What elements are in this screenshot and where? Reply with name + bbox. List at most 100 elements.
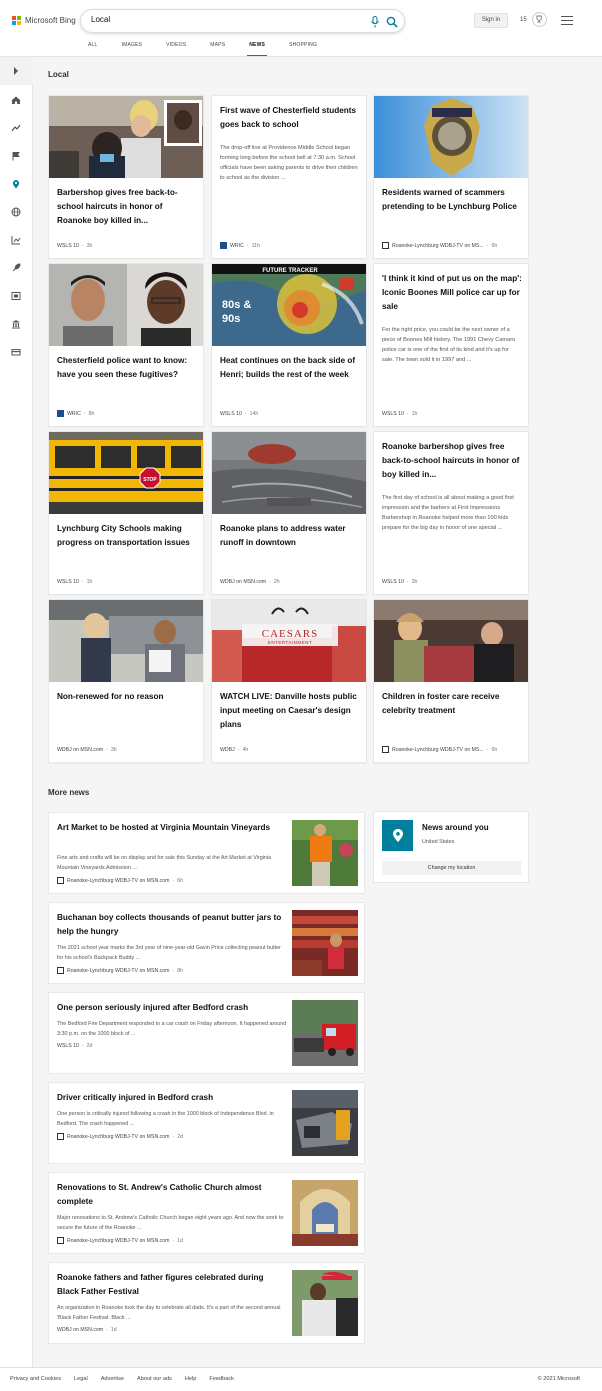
- timestamp: 1d: [110, 1327, 117, 1333]
- sidebar-expand-button[interactable]: [0, 57, 33, 85]
- left-sidebar: [0, 57, 33, 1367]
- card-title[interactable]: Non-renewed for no reason: [57, 690, 199, 704]
- source-name: Roanoke-Lynchburg WDBJ-TV on MSN.com: [67, 1237, 170, 1244]
- card-title[interactable]: Chesterfield police want to know: have y…: [57, 354, 199, 382]
- rewards-count[interactable]: 15: [520, 17, 527, 23]
- source-logo-icon: [382, 242, 389, 249]
- timestamp: 8h: [88, 410, 95, 417]
- news-card[interactable]: First wave of Chesterfield students goes…: [211, 95, 367, 259]
- card-source: WSLS 10 · 3h: [57, 243, 93, 249]
- change-location-button[interactable]: Change my location: [382, 861, 521, 875]
- news-list-item[interactable]: Buchanan boy collects thousands of peanu…: [48, 902, 365, 984]
- tab-videos[interactable]: VIDEOS: [166, 42, 186, 56]
- card-source: Roanoke-Lynchburg WDBJ-TV on MS... · 6h: [382, 746, 497, 753]
- news-card[interactable]: 'I think it kind of put us on the map': …: [373, 263, 529, 427]
- source-name: WSLS 10: [382, 411, 404, 417]
- business-chart-icon[interactable]: [11, 235, 21, 245]
- flag-icon[interactable]: [11, 151, 21, 161]
- tab-images[interactable]: IMAGES: [122, 42, 143, 56]
- search-icon[interactable]: [386, 16, 398, 28]
- news-list-item[interactable]: Driver critically injured in Bedford cra…: [48, 1082, 365, 1164]
- news-card[interactable]: Roanoke plans to address water runoff in…: [211, 431, 367, 595]
- card-title[interactable]: Heat continues on the back side of Henri…: [220, 354, 362, 382]
- headlines-icon[interactable]: [11, 123, 21, 133]
- card-title[interactable]: Roanoke barbershop gives free back-to-sc…: [382, 440, 524, 482]
- science-rocket-icon[interactable]: [11, 263, 21, 273]
- card-title[interactable]: Lynchburg City Schools making progress o…: [57, 522, 199, 550]
- card-source: WDBJ · 4h: [220, 747, 249, 753]
- entertainment-icon[interactable]: [11, 291, 21, 301]
- news-title[interactable]: Driver critically injured in Bedford cra…: [57, 1091, 287, 1105]
- news-card[interactable]: Residents warned of scammers pretending …: [373, 95, 529, 259]
- card-source: WDBJ on MSN.com · 2h: [220, 579, 280, 585]
- news-thumbnail: [292, 1270, 358, 1336]
- sign-in-button[interactable]: Sign in: [474, 13, 508, 28]
- card-title[interactable]: Children in foster care receive celebrit…: [382, 690, 524, 718]
- source-name: Roanoke-Lynchburg WDBJ-TV on MSN.com: [67, 877, 170, 884]
- tab-news[interactable]: NEWS: [247, 42, 267, 56]
- timestamp: 8h: [177, 967, 183, 974]
- card-title[interactable]: WATCH LIVE: Danville hosts public input …: [220, 690, 362, 732]
- news-source: Roanoke-Lynchburg WDBJ-TV on MSN.com · 8h: [57, 967, 183, 974]
- news-card[interactable]: Chesterfield police want to know: have y…: [48, 263, 204, 427]
- microphone-icon[interactable]: [370, 16, 380, 28]
- news-source: Roanoke-Lynchburg WDBJ-TV on MSN.com · 1d: [57, 1237, 183, 1244]
- tab-all[interactable]: ALL: [88, 42, 98, 56]
- footer-link-legal[interactable]: Legal: [74, 1376, 88, 1382]
- tab-shopping[interactable]: SHOPPING: [289, 42, 317, 56]
- timestamp: 2d: [86, 1043, 93, 1049]
- source-name: WDBJ on MSN.com: [57, 1327, 104, 1333]
- news-thumbnail: [292, 1000, 358, 1066]
- footer-link-advertise[interactable]: Advertise: [101, 1376, 124, 1382]
- politics-building-icon[interactable]: [11, 319, 21, 329]
- news-snippet: Fine arts and crafts will be on display …: [57, 855, 272, 871]
- source-name: WSLS 10: [382, 579, 404, 585]
- page-footer: Privacy and Cookies Legal Advertise Abou…: [0, 1367, 602, 1391]
- tab-maps[interactable]: MAPS: [210, 42, 225, 56]
- news-card[interactable]: CAESARS ENTERTAINMENT WATCH LIVE: Danvil…: [211, 599, 367, 763]
- news-source: WDBJ on MSN.com · 1d: [57, 1327, 117, 1333]
- women-outside-photo: [49, 600, 203, 682]
- footer-link-privacy[interactable]: Privacy and Cookies: [10, 1376, 61, 1382]
- rewards-trophy-icon[interactable]: [532, 12, 547, 27]
- search-input[interactable]: [91, 15, 351, 24]
- news-card[interactable]: Barbershop gives free back-to-school hai…: [48, 95, 204, 259]
- card-title[interactable]: Barbershop gives free back-to-school hai…: [57, 186, 199, 228]
- card-title[interactable]: Residents warned of scammers pretending …: [382, 186, 524, 214]
- news-list-item[interactable]: One person seriously injured after Bedfo…: [48, 992, 365, 1074]
- news-card[interactable]: Children in foster care receive celebrit…: [373, 599, 529, 763]
- location-pin-icon[interactable]: [11, 179, 21, 189]
- search-box[interactable]: [80, 9, 405, 33]
- news-title[interactable]: Buchanan boy collects thousands of peanu…: [57, 911, 287, 939]
- card-title[interactable]: Roanoke plans to address water runoff in…: [220, 522, 362, 550]
- news-title[interactable]: Roanoke fathers and father figures celeb…: [57, 1271, 287, 1299]
- news-title[interactable]: Renovations to St. Andrew's Catholic Chu…: [57, 1181, 287, 1209]
- card-title[interactable]: First wave of Chesterfield students goes…: [220, 104, 362, 132]
- news-list-item[interactable]: Art Market to be hosted at Virginia Moun…: [48, 812, 365, 894]
- news-card[interactable]: Non-renewed for no reason WDBJ on MSN.co…: [48, 599, 204, 763]
- money-card-icon[interactable]: [11, 347, 21, 357]
- news-card[interactable]: FUTURE TRACKER 80s & 90s Heat continues …: [211, 263, 367, 427]
- news-card[interactable]: Roanoke barbershop gives free back-to-sc…: [373, 431, 529, 595]
- card-title[interactable]: 'I think it kind of put us on the map': …: [382, 272, 524, 314]
- footer-link-feedback[interactable]: Feedback: [209, 1376, 234, 1382]
- location-pin-icon: [382, 820, 413, 851]
- news-card[interactable]: STOP Lynchburg City Schools making progr…: [48, 431, 204, 595]
- news-title[interactable]: One person seriously injured after Bedfo…: [57, 1001, 287, 1015]
- card-source: WRIC · 8h: [57, 410, 94, 417]
- home-icon[interactable]: [11, 95, 21, 105]
- source-logo-icon: [57, 1133, 64, 1140]
- footer-link-about-ads[interactable]: About our ads: [137, 1376, 172, 1382]
- bing-logo[interactable]: Microsoft Bing: [12, 16, 76, 25]
- footer-link-help[interactable]: Help: [185, 1376, 197, 1382]
- hamburger-menu-icon[interactable]: [561, 16, 573, 25]
- source-name: WDBJ: [220, 747, 235, 753]
- card-source: WDBJ on MSN.com · 3h: [57, 747, 117, 753]
- news-title[interactable]: Art Market to be hosted at Virginia Moun…: [57, 821, 287, 835]
- source-name: WSLS 10: [57, 579, 79, 585]
- timestamp: 3h: [110, 747, 117, 753]
- news-list-item[interactable]: Roanoke fathers and father figures celeb…: [48, 1262, 365, 1344]
- stop-sign-text: STOP: [143, 477, 157, 483]
- globe-icon[interactable]: [11, 207, 21, 217]
- news-list-item[interactable]: Renovations to St. Andrew's Catholic Chu…: [48, 1172, 365, 1254]
